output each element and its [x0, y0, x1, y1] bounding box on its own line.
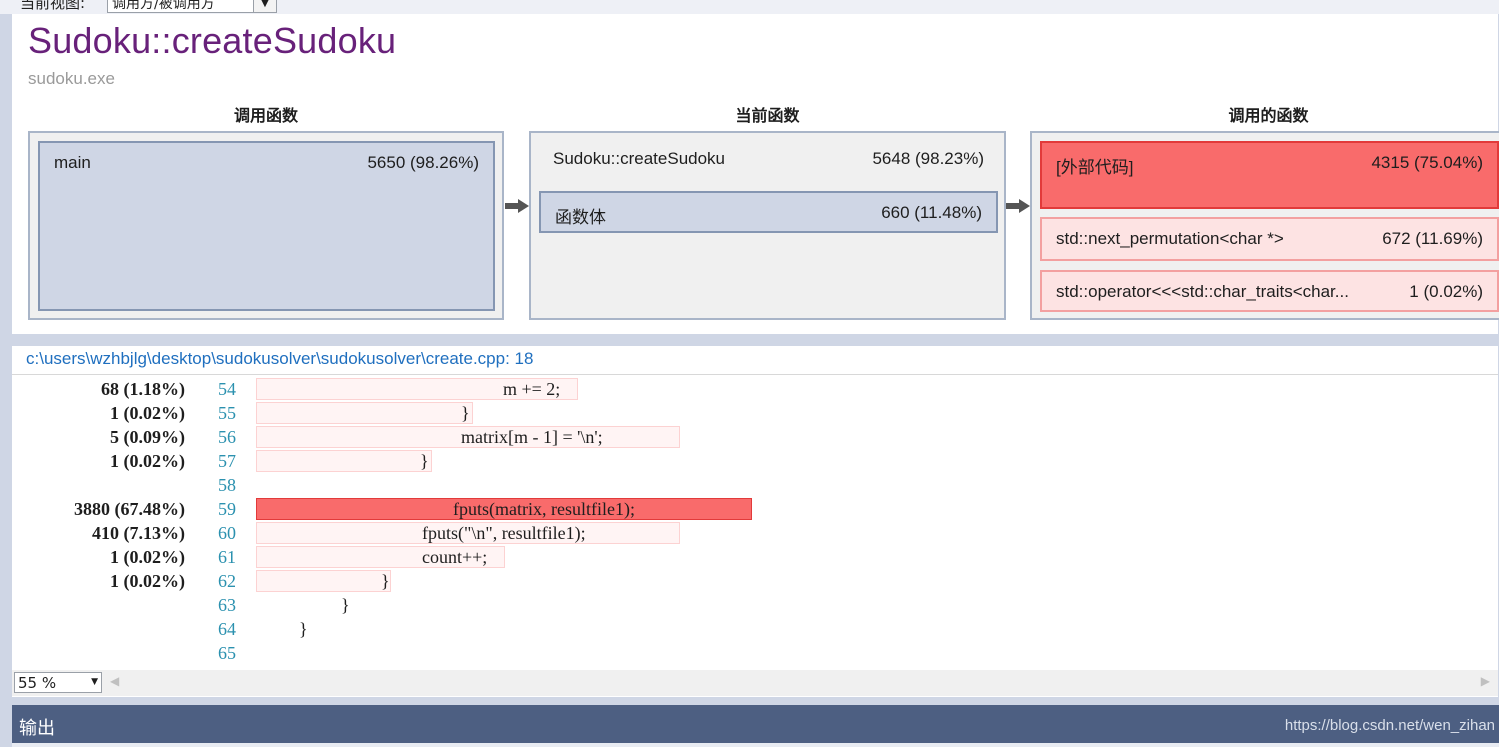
zoom-dropdown[interactable]: 55 % ▼	[14, 672, 102, 693]
caller-box[interactable]: main 5650 (98.26%)	[38, 141, 495, 311]
code-line: 1 (0.02%) 61 count++;	[12, 545, 1498, 569]
callee-box[interactable]: [外部代码] 4315 (75.04%)	[1040, 141, 1499, 209]
output-panel-body	[12, 743, 1499, 747]
function-body-box[interactable]: 函数体 660 (11.48%)	[539, 191, 998, 233]
view-selector-value: 调用方/被调用方	[112, 0, 215, 12]
callers-header: 调用函数	[233, 106, 298, 125]
view-selector-dropdown[interactable]: 调用方/被调用方 ▼	[107, 0, 277, 13]
callers-panel: main 5650 (98.26%)	[28, 131, 504, 320]
code-line: 5 (0.09%) 56 matrix[m - 1] = '\n';	[12, 425, 1498, 449]
window-left-frame	[0, 14, 12, 704]
source-code: matrix[m - 1] = '\n';	[256, 426, 680, 448]
callee-value: 672 (11.69%)	[1382, 229, 1483, 248]
sample-count: 1 (0.02%)	[110, 451, 185, 471]
caller-value: 5650 (98.26%)	[367, 153, 479, 172]
source-code: fputs("\n", resultfile1);	[256, 522, 680, 544]
function-body-name: 函数体	[555, 208, 606, 227]
code-line: 3880 (67.48%) 59 fputs(matrix, resultfil…	[12, 497, 1498, 521]
callee-name: std::next_permutation<char *>	[1056, 229, 1284, 248]
source-code: }	[256, 450, 432, 472]
source-path-link[interactable]: c:\users\wzhbjlg\desktop\sudokusolver\su…	[26, 349, 533, 369]
scroll-left-icon[interactable]: ◀	[110, 674, 119, 688]
callee-name: std::operator<<<std::char_traits<char...	[1056, 282, 1349, 301]
chevron-down-icon[interactable]: ▼	[91, 677, 98, 687]
source-code: }	[256, 402, 473, 424]
output-panel-title: 输出	[19, 718, 55, 739]
line-number: 61	[218, 547, 236, 567]
sample-count: 1 (0.02%)	[110, 547, 185, 567]
current-function-name: Sudoku::createSudoku	[553, 149, 726, 168]
line-number: 63	[218, 595, 236, 615]
code-line: 65	[12, 641, 1498, 665]
sample-count: 1 (0.02%)	[110, 403, 185, 423]
callees-panel: [外部代码] 4315 (75.04%) std::next_permutati…	[1030, 131, 1499, 320]
code-line: 1 (0.02%) 55 }	[12, 401, 1498, 425]
callee-name: [外部代码]	[1056, 158, 1134, 177]
chevron-down-icon[interactable]: ▼	[253, 0, 276, 12]
code-line: 1 (0.02%) 62 }	[12, 569, 1498, 593]
current-function-row[interactable]: Sudoku::createSudoku 5648 (98.23%)	[539, 139, 998, 179]
code-line: 410 (7.13%) 60 fputs("\n", resultfile1);	[12, 521, 1498, 545]
source-code: }	[299, 619, 308, 639]
callee-value: 1 (0.02%)	[1409, 282, 1483, 301]
code-line: 1 (0.02%) 57 }	[12, 449, 1498, 473]
line-number: 60	[218, 523, 236, 543]
line-number: 62	[218, 571, 236, 591]
source-code: }	[256, 570, 391, 592]
current-function-value: 5648 (98.23%)	[872, 149, 984, 168]
source-code: }	[341, 595, 350, 615]
callee-box[interactable]: std::operator<<<std::char_traits<char...…	[1040, 270, 1499, 312]
source-code: fputs(matrix, resultfile1);	[256, 498, 752, 520]
source-path-bar: c:\users\wzhbjlg\desktop\sudokusolver\su…	[12, 346, 1498, 375]
line-number: 58	[218, 475, 236, 495]
line-number: 59	[218, 499, 236, 519]
line-number: 54	[218, 379, 236, 399]
sample-count: 410 (7.13%)	[92, 523, 185, 543]
line-number: 65	[218, 643, 236, 663]
sample-count: 68 (1.18%)	[101, 379, 185, 399]
source-code: count++;	[256, 546, 505, 568]
line-number: 56	[218, 427, 236, 447]
splitter[interactable]	[12, 334, 1499, 346]
code-line: 68 (1.18%) 54 m += 2;	[12, 377, 1498, 401]
arrow-right-icon	[1006, 199, 1030, 213]
current-header: 当前函数	[735, 106, 800, 125]
callee-box[interactable]: std::next_permutation<char *> 672 (11.69…	[1040, 217, 1499, 261]
arrow-right-icon	[505, 199, 529, 213]
line-number: 55	[218, 403, 236, 423]
editor-status-bar: 55 % ▼ ◀ ▶	[12, 670, 1498, 696]
function-title: Sudoku::createSudoku	[28, 20, 397, 61]
view-selector-bar: 当前视图: 调用方/被调用方 ▼	[0, 0, 1499, 14]
function-body-value: 660 (11.48%)	[881, 203, 982, 222]
line-number: 57	[218, 451, 236, 471]
view-selector-label: 当前视图:	[20, 0, 86, 12]
caller-name: main	[54, 153, 91, 172]
line-number: 64	[218, 619, 236, 639]
code-line: 63 }	[12, 593, 1498, 617]
callees-header: 调用的函数	[1228, 106, 1309, 125]
current-function-panel: Sudoku::createSudoku 5648 (98.23%) 函数体 6…	[529, 131, 1006, 320]
source-code: m += 2;	[256, 378, 578, 400]
callee-value: 4315 (75.04%)	[1371, 153, 1483, 172]
sample-count: 3880 (67.48%)	[74, 499, 185, 519]
module-name: sudoku.exe	[28, 69, 115, 88]
code-view[interactable]: 68 (1.18%) 54 m += 2; 1 (0.02%) 55 } 5 (…	[12, 375, 1498, 670]
sample-count: 5 (0.09%)	[110, 427, 185, 447]
zoom-value: 55 %	[18, 674, 57, 692]
code-line: 58	[12, 473, 1498, 497]
scroll-right-icon[interactable]: ▶	[1481, 674, 1490, 688]
watermark: https://blog.csdn.net/wen_zihan	[1284, 717, 1495, 734]
sample-count: 1 (0.02%)	[110, 571, 185, 591]
output-panel-header[interactable]: 输出 https://blog.csdn.net/wen_zihan	[12, 705, 1499, 743]
code-line: 64 }	[12, 617, 1498, 641]
